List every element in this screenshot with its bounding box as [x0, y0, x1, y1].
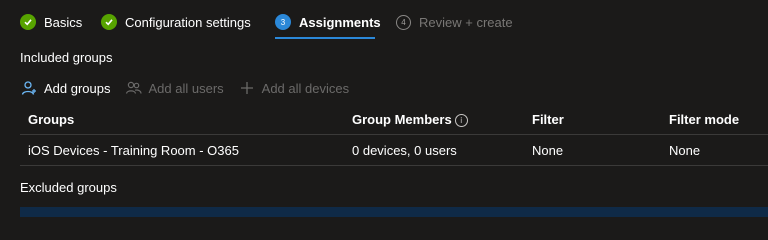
step-number-icon: 4: [396, 14, 411, 30]
add-person-icon: [20, 79, 38, 97]
add-all-devices-button[interactable]: Add all devices: [238, 79, 349, 97]
filter-cell[interactable]: None: [532, 143, 563, 158]
people-icon: [125, 79, 143, 97]
add-all-users-button[interactable]: Add all users: [125, 79, 224, 97]
step-configuration-settings[interactable]: Configuration settings: [101, 12, 251, 32]
excluded-toolbar-strip: [20, 207, 768, 217]
included-groups-table: Groups Group Members i Filter Filter mode…: [20, 104, 768, 166]
group-name-cell: iOS Devices - Training Room - O365: [28, 143, 239, 158]
step-basics[interactable]: Basics: [20, 12, 82, 32]
group-members-cell: 0 devices, 0 users: [352, 143, 457, 158]
plus-icon: [238, 79, 256, 97]
column-header-groups: Groups: [28, 112, 75, 127]
step-label: Basics: [44, 14, 83, 30]
column-header-label: Group Members: [352, 112, 452, 127]
step-label: Review + create: [419, 14, 513, 30]
add-all-devices-label: Add all devices: [261, 80, 350, 96]
step-assignments[interactable]: 3 Assignments: [275, 12, 381, 32]
step-label: Configuration settings: [125, 14, 251, 30]
info-icon[interactable]: i: [454, 114, 468, 127]
included-groups-title: Included groups: [20, 50, 113, 65]
excluded-groups-title: Excluded groups: [20, 180, 117, 195]
column-header-filter-mode: Filter mode: [669, 112, 740, 127]
column-header-filter: Filter: [532, 112, 564, 127]
add-all-users-label: Add all users: [148, 80, 224, 96]
filter-mode-cell: None: [669, 143, 701, 158]
checkmark-icon: [101, 14, 117, 30]
add-groups-label: Add groups: [44, 80, 111, 96]
active-step-underline: [275, 37, 375, 39]
step-label: Assignments: [299, 14, 381, 30]
step-review-create[interactable]: 4 Review + create: [396, 12, 513, 32]
step-number-icon: 3: [275, 14, 291, 30]
table-row[interactable]: iOS Devices - Training Room - O365 0 dev…: [20, 135, 768, 166]
table-header-row: Groups Group Members i Filter Filter mode: [20, 104, 768, 135]
included-toolbar: Add groups Add all users Add all devices: [20, 78, 363, 98]
wizard-steps: Basics Configuration settings 3 Assignme…: [0, 0, 768, 40]
column-header-group-members: Group Members i: [352, 112, 468, 127]
checkmark-icon: [20, 14, 36, 30]
add-groups-button[interactable]: Add groups: [20, 79, 111, 97]
